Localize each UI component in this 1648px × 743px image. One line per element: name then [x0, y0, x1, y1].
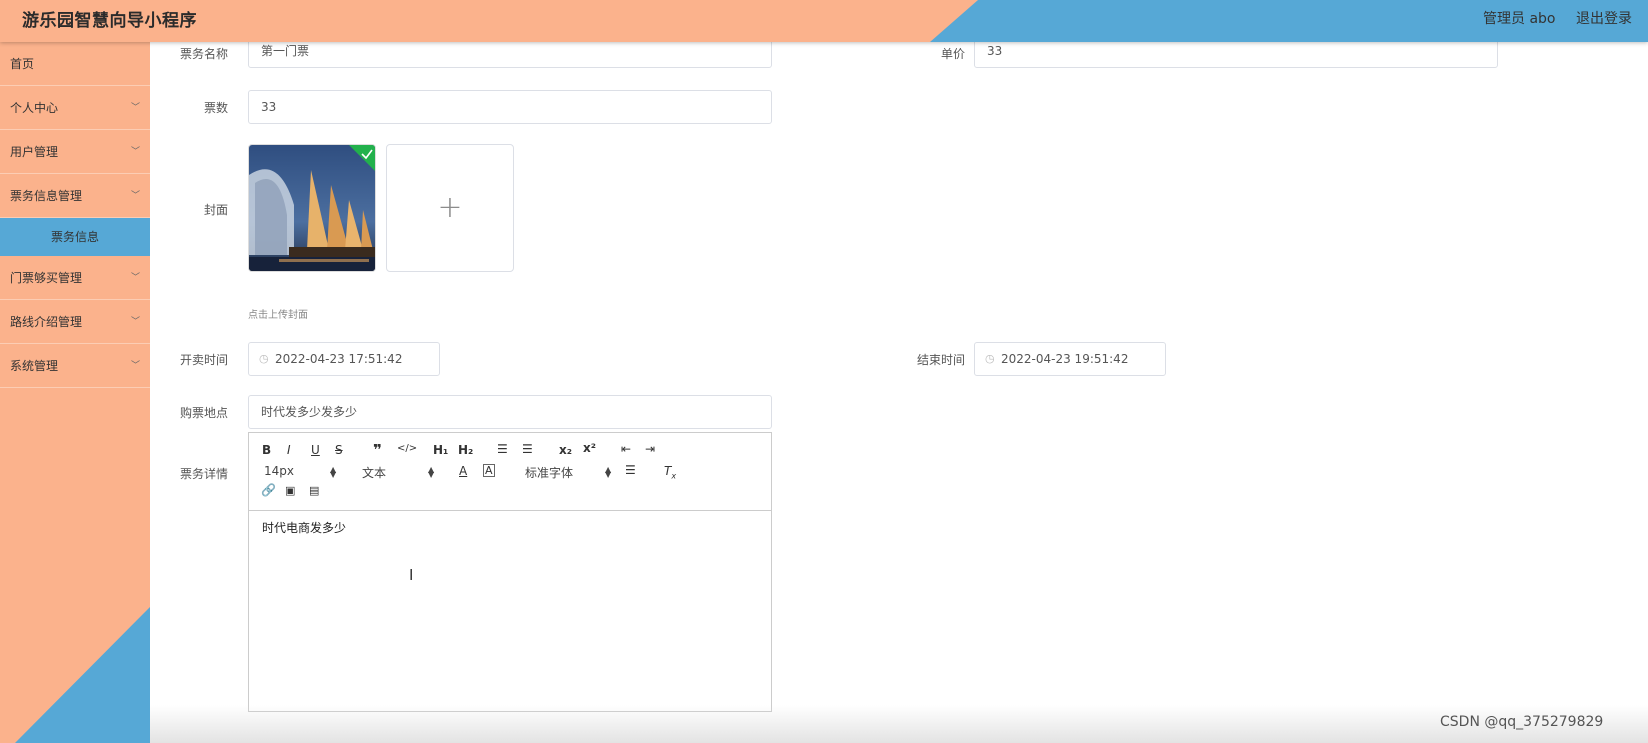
purchase-place-label: 购票地点: [179, 406, 228, 420]
start-time-picker[interactable]: ◷ 2022-04-23 17:51:42: [248, 342, 440, 376]
clock-icon: ◷: [259, 352, 269, 365]
sidebar-item-ticket-info-management[interactable]: 票务信息管理 ﹀: [0, 174, 150, 218]
code-block-icon[interactable]: </>: [397, 443, 417, 454]
select-arrows-icon: ▲ ▼: [330, 465, 337, 479]
ticket-detail-label: 票务详情: [179, 467, 228, 481]
sidebar-item-label: 用户管理: [10, 145, 59, 159]
watermark: CSDN @qq_375279829: [1440, 714, 1604, 730]
sidebar-item-route-management[interactable]: 路线介绍管理 ﹀: [0, 300, 150, 344]
bottom-shade: [150, 705, 1648, 743]
end-time-label: 结束时间: [916, 353, 965, 367]
sidebar-item-label: 票务信息管理: [10, 189, 83, 203]
end-time-picker[interactable]: ◷ 2022-04-23 19:51:42: [974, 342, 1166, 376]
upload-cover-button[interactable]: +: [386, 144, 514, 272]
image-icon[interactable]: ▣: [285, 484, 295, 497]
font-size-select[interactable]: 14px ▲ ▼: [264, 464, 336, 479]
sidebar-item-label: 门票够买管理: [10, 271, 83, 285]
font-family-value: 标准字体: [525, 466, 574, 480]
purchase-place-input[interactable]: 时代发多少发多少: [248, 395, 772, 429]
sidebar-item-system-management[interactable]: 系统管理 ﹀: [0, 344, 150, 388]
bold-icon[interactable]: B: [262, 443, 271, 457]
outdent-icon[interactable]: ⇤: [621, 442, 631, 456]
select-arrows-icon: ▲ ▼: [428, 465, 435, 479]
chevron-down-icon: ﹀: [130, 191, 140, 201]
clock-icon: ◷: [985, 352, 995, 365]
ticket-name-label: 票务名称: [179, 47, 228, 61]
select-arrows-icon: ▲ ▼: [605, 465, 612, 479]
ticket-count-input[interactable]: 33: [248, 90, 772, 124]
editor-content[interactable]: 时代电商发多少: [262, 519, 346, 536]
indent-icon[interactable]: ⇥: [645, 442, 655, 456]
link-icon[interactable]: 🔗: [261, 483, 276, 497]
price-input[interactable]: 33: [974, 42, 1498, 68]
sidebar-item-ticket-purchase-management[interactable]: 门票够买管理 ﹀: [0, 256, 150, 300]
sidebar-item-label: 系统管理: [10, 359, 59, 373]
sidebar-item-label: 路线介绍管理: [10, 315, 83, 329]
sidebar-item-personal-center[interactable]: 个人中心 ﹀: [0, 86, 150, 130]
sidebar-item-label: 个人中心: [10, 101, 59, 115]
video-icon[interactable]: ▤: [309, 484, 319, 497]
strikethrough-icon[interactable]: S: [335, 443, 343, 457]
start-time-label: 开卖时间: [179, 353, 228, 367]
text-type-select[interactable]: 文本 ▲ ▼: [362, 464, 434, 481]
chevron-down-icon: ﹀: [130, 361, 140, 371]
cover-label: 封面: [203, 203, 228, 217]
italic-icon[interactable]: I: [287, 443, 291, 457]
background-color-icon[interactable]: A: [483, 464, 495, 477]
text-type-value: 文本: [362, 466, 387, 480]
ordered-list-icon[interactable]: ☰: [497, 442, 508, 456]
chevron-down-icon: ﹀: [130, 103, 140, 113]
ticket-count-label: 票数: [203, 101, 228, 115]
price-label: 单价: [940, 47, 965, 61]
sidebar: 首页 个人中心 ﹀ 用户管理 ﹀ 票务信息管理 ﹀ 票务信息 门票够买管理 ﹀ …: [0, 42, 150, 743]
ticket-name-input[interactable]: 第一门票: [248, 42, 772, 68]
text-cursor-icon: I: [409, 566, 414, 584]
chevron-down-icon: ﹀: [130, 273, 140, 283]
sidebar-item-user-management[interactable]: 用户管理 ﹀: [0, 130, 150, 174]
plus-icon: +: [437, 189, 463, 225]
superscript-icon[interactable]: x²: [583, 441, 596, 455]
rich-text-editor[interactable]: B I U S ❞ </> H₁ H₂ ☰ ☰ x₂ x² ⇤ ⇥ 14px ▲…: [248, 432, 772, 712]
font-size-value: 14px: [264, 464, 294, 478]
header-background: [0, 0, 1648, 42]
logout-link[interactable]: 退出登录: [1576, 8, 1632, 28]
upload-hint: 点击上传封面: [248, 310, 308, 321]
top-header: 游乐园智慧向导小程序 管理员 abo 退出登录: [0, 0, 1648, 42]
cover-photo: [249, 145, 375, 271]
chevron-down-icon: ﹀: [130, 147, 140, 157]
subscript-icon[interactable]: x₂: [559, 443, 572, 457]
editor-toolbar: B I U S ❞ </> H₁ H₂ ☰ ☰ x₂ x² ⇤ ⇥ 14px ▲…: [249, 433, 771, 511]
cover-thumbnail-image[interactable]: [248, 144, 376, 272]
app-title: 游乐园智慧向导小程序: [22, 11, 197, 31]
heading2-icon[interactable]: H₂: [458, 443, 473, 457]
end-time-value: 2022-04-23 19:51:42: [1001, 352, 1129, 366]
bullet-list-icon[interactable]: ☰: [522, 442, 533, 456]
underline-icon[interactable]: U: [311, 443, 320, 457]
clear-format-icon[interactable]: Tx: [664, 464, 676, 480]
blockquote-icon[interactable]: ❞: [373, 441, 382, 459]
font-color-icon[interactable]: A: [459, 464, 467, 478]
align-icon[interactable]: ☰: [625, 463, 636, 477]
admin-username: 管理员 abo: [1483, 11, 1556, 27]
font-family-select[interactable]: 标准字体 ▲ ▼: [525, 464, 611, 481]
heading1-icon[interactable]: H₁: [433, 443, 448, 457]
chevron-down-icon: ﹀: [130, 317, 140, 327]
sidebar-subitem-ticket-info[interactable]: 票务信息: [0, 218, 150, 256]
start-time-value: 2022-04-23 17:51:42: [275, 352, 403, 366]
sidebar-item-home[interactable]: 首页: [0, 42, 150, 86]
sidebar-item-label: 首页: [10, 57, 35, 71]
